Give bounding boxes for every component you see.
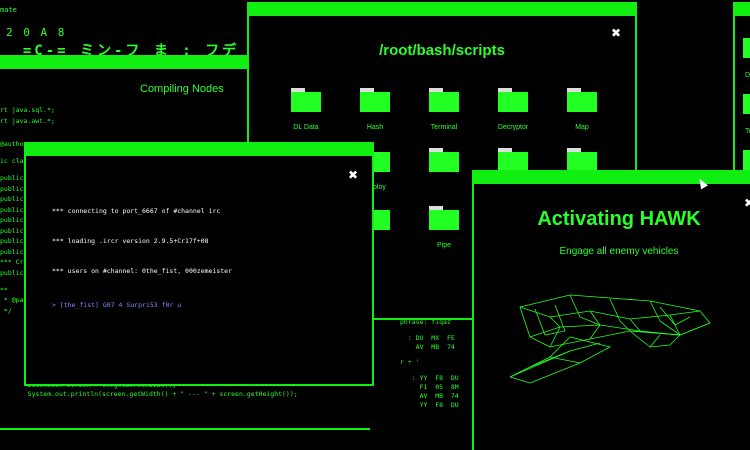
folder-item[interactable]: DL Data <box>271 88 341 131</box>
folder-label: D <box>745 72 750 79</box>
window-titlebar[interactable] <box>474 172 750 184</box>
strip-text-1: mate <box>0 6 17 14</box>
folder-label: Decryptor <box>497 124 529 131</box>
window-titlebar[interactable] <box>735 4 750 16</box>
hawk-activation-window[interactable]: ✖ Activating HAWK Engage all enemy vehic… <box>472 170 750 450</box>
close-icon[interactable]: ✖ <box>348 168 358 182</box>
folder-path-title: /root/bash/scripts <box>379 42 505 59</box>
hawk-title: Activating HAWK <box>537 208 701 230</box>
folder-icon <box>360 88 390 112</box>
folder-icon[interactable] <box>743 94 750 114</box>
window-titlebar[interactable] <box>26 144 372 156</box>
folder-item[interactable]: Terminal <box>409 88 479 131</box>
folder-label: Te <box>745 128 750 135</box>
text-line: rt java.sql.*; <box>0 106 55 114</box>
text-line: YY F8 DU <box>400 400 459 409</box>
partial-folder-window[interactable]: D Te <box>733 2 750 172</box>
folder-icon <box>498 88 528 112</box>
folder-icon <box>567 88 597 112</box>
window-titlebar[interactable] <box>249 4 635 16</box>
folder-label: Map <box>575 124 589 131</box>
hex-output: phrase: fiqaz : DU MX FE AV MB 74 r + ' :… <box>400 318 459 410</box>
passphrase-window[interactable]: phrase: fiqaz : DU MX FE AV MB 74 r + ' :… <box>370 316 478 450</box>
window-titlebar[interactable] <box>0 57 260 69</box>
irc-chat-window[interactable]: ✖ *** connecting to port_6667 of #channe… <box>24 142 374 386</box>
hawk-wireframe-icon <box>510 294 711 384</box>
folder-icon <box>498 148 528 172</box>
irc-line: *** connecting to port_6667 of #channel … <box>52 207 221 215</box>
folder-icon <box>429 148 459 172</box>
text-line: F1 05 8M <box>400 382 459 391</box>
text-line: rt java.awt.*; <box>0 116 55 125</box>
irc-line: *** loading .ircr version 2.9.5+Cr17f+08 <box>52 237 209 245</box>
folder-item[interactable] <box>409 148 479 184</box>
text-line: AV MB 74 <box>400 391 459 400</box>
window-title: Compiling Nodes <box>140 83 224 95</box>
matrix-header-strip: mate 2 0 A 8 _ =C-= ミン-フ ま : フデフ: ま : : … <box>0 0 250 79</box>
text-line: : DU MX FE <box>400 333 455 342</box>
folder-icon <box>567 148 597 172</box>
folder-item[interactable]: Map <box>547 88 617 131</box>
folder-label: Terminal <box>430 124 458 131</box>
text-line: r + ' <box>400 358 420 366</box>
irc-message: > [the_fist] G07 4 Surpri53 f0r u <box>52 301 182 309</box>
strip-text-2: 2 0 A 8 <box>6 26 67 39</box>
folder-item[interactable]: Hash <box>340 88 410 131</box>
folder-label: DL Data <box>293 124 319 131</box>
folder-label: Hash <box>366 124 384 131</box>
hawk-subtitle: Engage all enemy vehicles <box>559 246 679 257</box>
close-icon[interactable]: ✖ <box>611 26 621 40</box>
irc-log: *** connecting to port_6667 of #channel … <box>52 186 232 330</box>
text-line: : YY F8 DU <box>400 373 459 382</box>
text-line: System.out.println(screen.getWidth() + "… <box>12 390 298 398</box>
folder-item[interactable]: Pipe <box>409 206 479 249</box>
text-line: AV MB 74 <box>400 342 455 351</box>
folder-item[interactable]: Decryptor <box>478 88 548 131</box>
folder-icon <box>291 88 321 112</box>
irc-line: *** users on #channel: 0the_fist, 000zem… <box>52 267 233 275</box>
folder-icon[interactable] <box>743 38 750 58</box>
folder-icon <box>429 88 459 112</box>
folder-label: Pipe <box>436 242 451 249</box>
folder-icon[interactable] <box>743 150 750 170</box>
folder-icon <box>429 206 459 230</box>
